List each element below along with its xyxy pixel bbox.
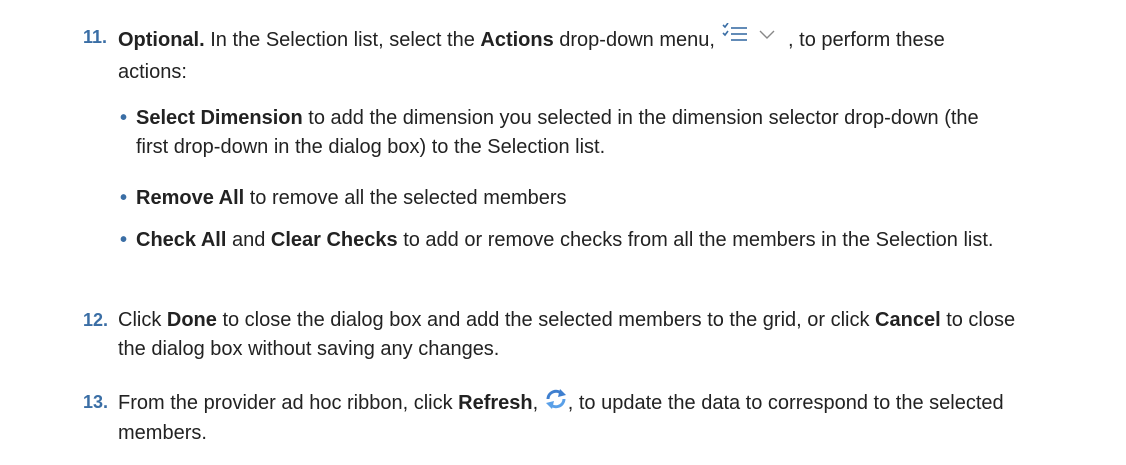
refresh-term: Refresh [458,391,533,414]
step-number: 13. [83,392,109,412]
step-text: Optional. In the Selection list, select … [118,22,1018,87]
bullet-text: to remove all the selected members [244,187,567,209]
bullet-term: Select Dimension [136,107,303,129]
bullet-check-all: • Check All and Clear Checks to add or r… [120,226,1016,255]
step-text-part: In the Selection list, select the [204,28,481,51]
bullet-text: to add or remove checks from all the mem… [397,229,994,251]
bullet-text: and [226,229,271,251]
bullet-marker: • [120,107,128,129]
bullet-marker: • [120,187,128,209]
bullet-term: Remove All [136,187,245,209]
step-text-part: to close the dialog box and add the sele… [216,309,876,331]
step-text-part: drop-down menu, [553,28,721,51]
done-term: Done [166,309,217,331]
step-13: 13. From the provider ad hoc ribbon, cli… [83,388,1018,448]
actions-menu-icon [720,22,782,58]
step-label-optional: Optional. [118,28,205,51]
step-text-part: Click [118,309,167,331]
bullet-term: Clear Checks [270,229,398,251]
step-11: 11. Optional. In the Selection list, sel… [83,22,1018,87]
refresh-icon [544,388,568,419]
bullet-select-dimension: • Select Dimension to add the dimension … [120,104,1016,162]
step-text: From the provider ad hoc ribbon, click R… [118,388,1018,448]
bullet-term: Check All [136,229,227,251]
step-number: 12. [83,310,109,330]
document-page: 11. Optional. In the Selection list, sel… [0,0,1126,465]
bullet-remove-all: • Remove All to remove all the selected … [120,184,1016,213]
step-text-part: From the provider ad hoc ribbon, click [118,391,459,414]
step-12: 12. Click Done to close the dialog box a… [83,306,1018,364]
step-number: 11. [83,27,108,47]
bullet-marker: • [120,229,128,251]
step-text: Click Done to close the dialog box and a… [118,306,1018,364]
cancel-term: Cancel [875,309,941,331]
step-text-part: , [532,391,544,414]
actions-term: Actions [480,28,554,51]
